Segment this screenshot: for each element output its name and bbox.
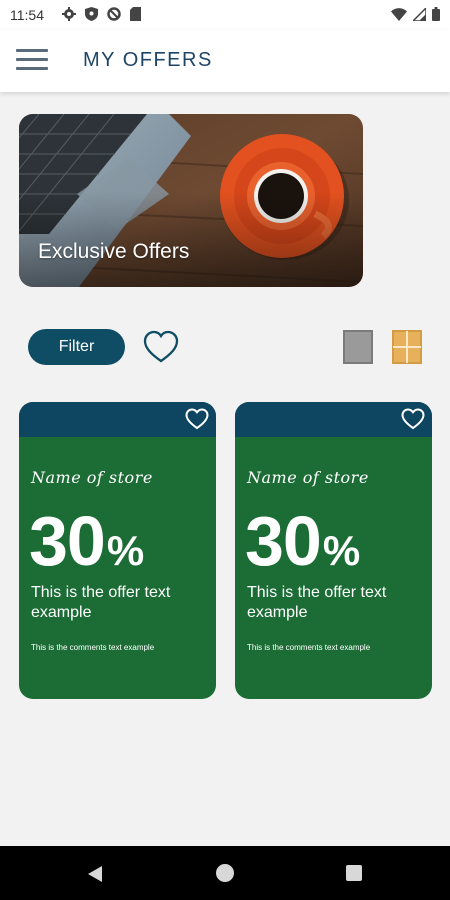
home-circle-icon[interactable]	[216, 864, 234, 882]
banner-title: Exclusive Offers	[38, 240, 190, 263]
store-name: Name of store	[31, 468, 153, 487]
gear-icon	[62, 7, 76, 21]
favorite-heart-icon[interactable]	[185, 408, 209, 430]
comment-text: This is the comments text example	[247, 643, 371, 652]
recents-square-icon[interactable]	[346, 865, 362, 881]
status-time: 11:54	[10, 7, 44, 23]
status-bar: 11:54	[0, 0, 450, 30]
offer-card[interactable]: Name of store 30% This is the offer text…	[19, 402, 216, 699]
heart-outline-icon[interactable]	[143, 330, 179, 364]
discount-value: 30	[29, 502, 106, 580]
discount-unit: %	[322, 527, 361, 574]
hamburger-menu-icon[interactable]	[16, 49, 48, 73]
comment-text: This is the comments text example	[31, 643, 155, 652]
shield-icon	[85, 7, 98, 21]
grid-view-icon[interactable]	[392, 330, 422, 364]
back-triangle-icon[interactable]	[86, 865, 104, 883]
favorite-heart-icon[interactable]	[401, 408, 425, 430]
offer-card[interactable]: Name of store 30% This is the offer text…	[235, 402, 432, 699]
signal-icon	[413, 7, 426, 21]
single-view-icon[interactable]	[343, 330, 373, 364]
page-title: MY OFFERS	[83, 49, 213, 71]
filter-button[interactable]: Filter	[28, 329, 125, 365]
sd-card-icon	[130, 7, 141, 21]
offer-text: This is the offer text example	[31, 584, 171, 621]
discount-value: 30	[245, 502, 322, 580]
system-nav-bar	[0, 846, 450, 900]
status-icons-left	[62, 7, 141, 21]
offer-text: This is the offer text example	[247, 584, 387, 621]
discount-unit: %	[106, 527, 145, 574]
exclusive-offers-banner[interactable]: Exclusive Offers	[19, 114, 363, 287]
status-icons-right	[391, 7, 440, 21]
app-bar: MY OFFERS	[0, 30, 450, 92]
no-sync-icon	[107, 7, 121, 21]
wifi-icon	[391, 7, 407, 21]
store-name: Name of store	[247, 468, 369, 487]
discount: 30%	[29, 506, 144, 576]
discount: 30%	[245, 506, 360, 576]
battery-icon	[432, 7, 440, 21]
